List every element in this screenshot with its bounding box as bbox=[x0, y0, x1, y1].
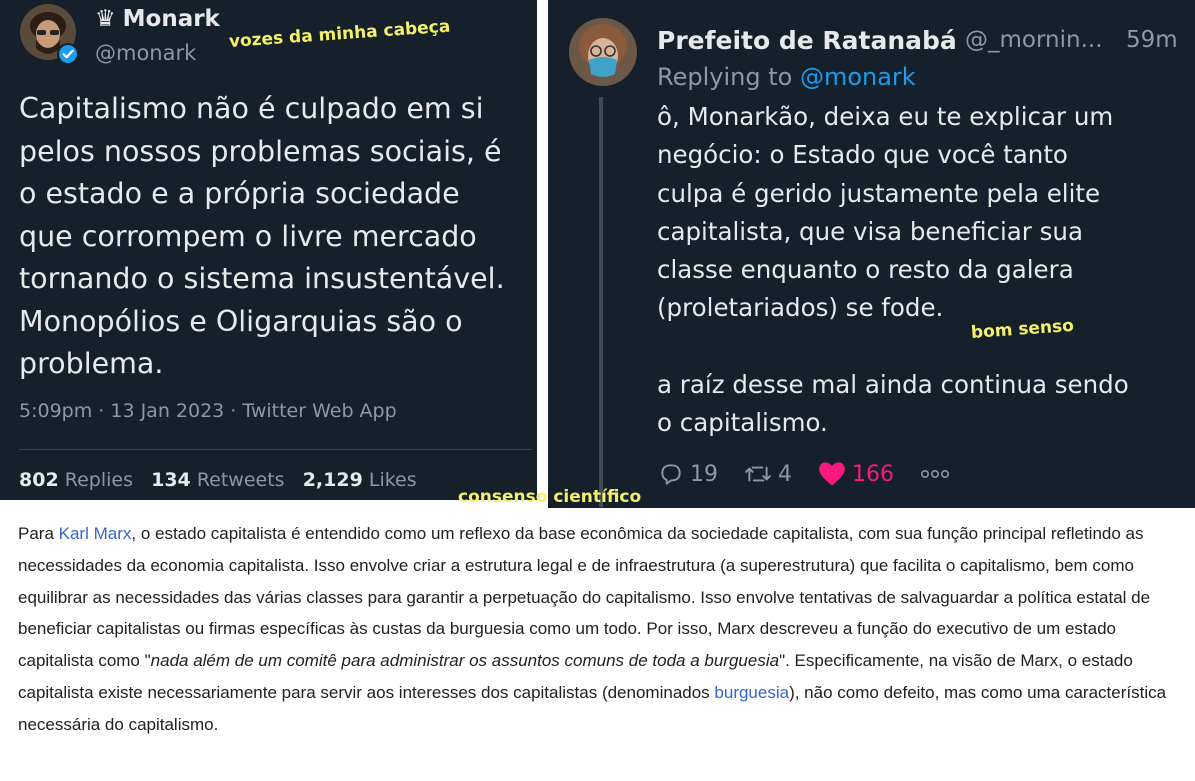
wikipedia-excerpt: Para Karl Marx, o estado capitalista é e… bbox=[18, 524, 1167, 734]
reply-action[interactable]: 19 bbox=[658, 461, 718, 487]
monark-tweet-stats: 802 Replies 134 Retweets 2,129 Likes bbox=[19, 469, 417, 491]
retweet-icon bbox=[745, 466, 771, 482]
tweet-action-bar: 19 4 166 bbox=[658, 458, 976, 490]
replying-to: Replying to @monark bbox=[657, 63, 916, 91]
verified-badge-icon bbox=[56, 42, 80, 66]
more-options-icon[interactable] bbox=[920, 468, 950, 480]
like-action[interactable]: 166 bbox=[818, 461, 894, 487]
reply-icon bbox=[661, 464, 681, 485]
replying-to-link[interactable]: @monark bbox=[800, 63, 916, 91]
prefeito-tweet-text: ô, Monarkão, deixa eu te explicar um neg… bbox=[657, 102, 1129, 438]
likes-stat[interactable]: 2,129 Likes bbox=[303, 469, 417, 491]
burguesia-link[interactable]: burguesia bbox=[714, 683, 789, 702]
monark-tweet-panel: ♛ Monark @monark Capitalismo não é culpad… bbox=[0, 0, 537, 500]
prefeito-handle[interactable]: @_mornin... bbox=[965, 27, 1103, 53]
monark-name[interactable]: ♛ Monark bbox=[95, 6, 220, 32]
thread-line bbox=[599, 97, 603, 507]
heart-icon bbox=[819, 462, 845, 486]
prefeito-avatar[interactable] bbox=[569, 18, 637, 86]
crown-icon: ♛ bbox=[95, 6, 116, 32]
monark-name-text: Monark bbox=[122, 6, 220, 32]
monark-tweet-text: Capitalismo não é culpado em si pelos no… bbox=[19, 92, 505, 380]
replies-stat[interactable]: 802 Replies bbox=[19, 469, 133, 491]
monark-divider bbox=[19, 449, 532, 450]
karl-marx-link[interactable]: Karl Marx bbox=[59, 524, 132, 543]
caption-consensus: consenso científico bbox=[458, 487, 642, 507]
meme-collage: ♛ Monark @monark Capitalismo não é culpad… bbox=[0, 0, 1195, 512]
monark-tweet-timestamp[interactable]: 5:09pm · 13 Jan 2023 · Twitter Web App bbox=[19, 400, 397, 422]
tweet-time[interactable]: 59m bbox=[1126, 27, 1178, 53]
retweet-action[interactable]: 4 bbox=[744, 461, 792, 487]
retweets-stat[interactable]: 134 Retweets bbox=[151, 469, 284, 491]
prefeito-name[interactable]: Prefeito de Ratanabá bbox=[657, 26, 957, 55]
monark-handle[interactable]: @monark bbox=[95, 41, 196, 65]
marx-quote: nada além de um comitê para administrar … bbox=[150, 651, 780, 671]
